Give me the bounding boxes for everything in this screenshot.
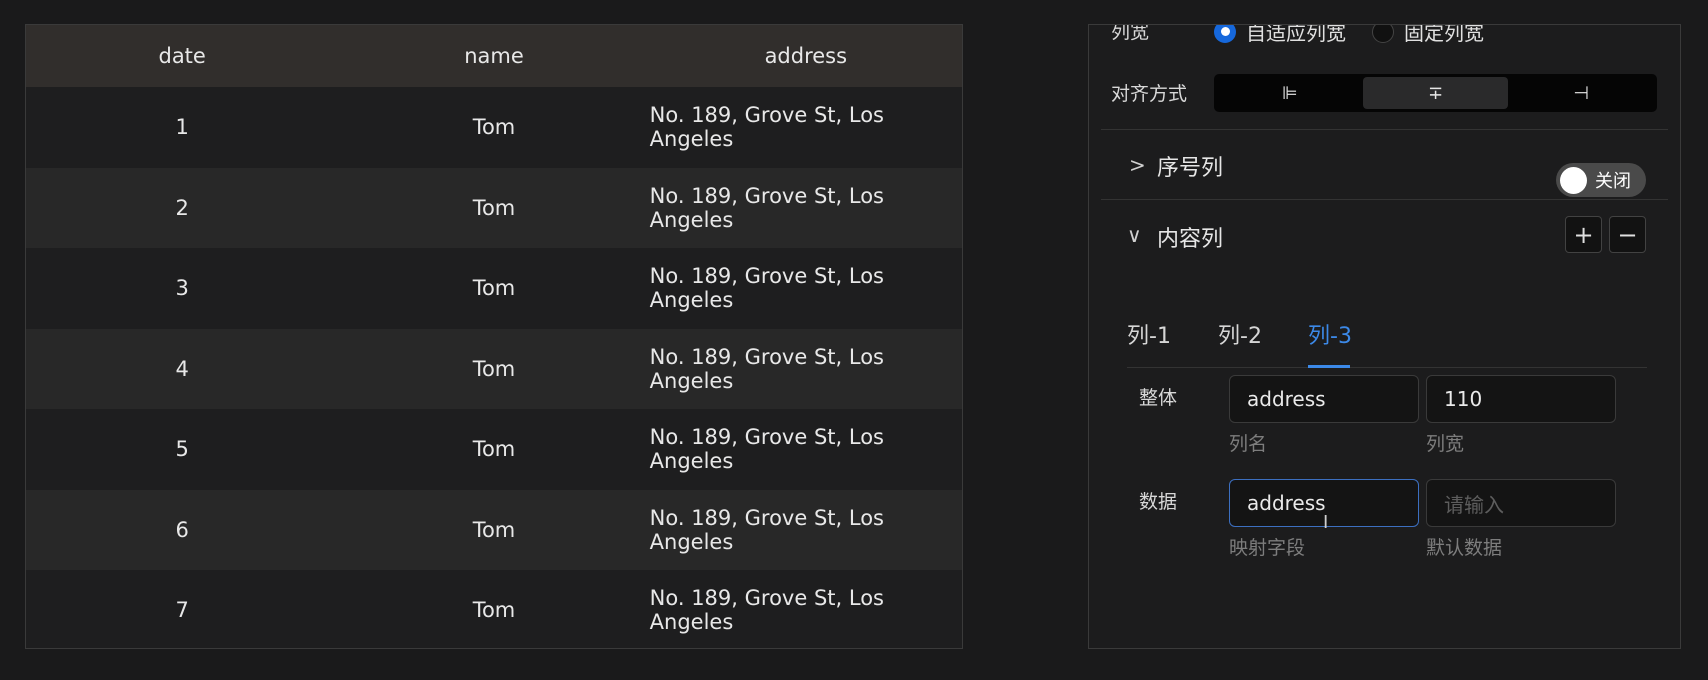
column-width-hint: 列宽 — [1426, 433, 1465, 455]
column-header-name[interactable]: name — [338, 44, 649, 68]
default-data-input[interactable]: 请输入 — [1426, 479, 1616, 527]
cell-date: 5 — [175, 437, 189, 462]
table-header: date name address — [26, 25, 962, 87]
overall-label: 整体 — [1139, 387, 1178, 409]
cell-address: No. 189, Grove St, Los Angeles — [649, 425, 884, 474]
cell-name: Tom — [472, 195, 516, 220]
column-header-address[interactable]: address — [650, 44, 962, 68]
align-left-icon[interactable]: ⊫ — [1217, 77, 1363, 109]
cell-date: 6 — [175, 517, 189, 542]
cell-name: Tom — [472, 115, 516, 140]
text-cursor-icon: I — [1323, 512, 1329, 533]
align-right-icon[interactable]: ⊣ — [1508, 77, 1654, 109]
radio-selected-icon — [1214, 25, 1236, 43]
cell-address: No. 189, Grove St, Los Angeles — [649, 344, 884, 393]
data-label: 数据 — [1139, 491, 1178, 513]
table-row[interactable]: 6 Tom No. 189, Grove St, Los Angeles — [26, 489, 962, 570]
radio-fixed-width[interactable]: 固定列宽 — [1372, 24, 1484, 46]
content-column-title[interactable]: 内容列 — [1157, 221, 1223, 253]
cell-name: Tom — [472, 356, 516, 381]
alignment-label: 对齐方式 — [1111, 83, 1188, 105]
cell-address: No. 189, Grove St, Los Angeles — [649, 264, 884, 313]
cell-name: Tom — [472, 276, 516, 301]
table-row[interactable]: 4 Tom No. 189, Grove St, Los Angeles — [26, 328, 962, 409]
chevron-down-icon[interactable]: ∨ — [1127, 223, 1142, 247]
tab-column-2[interactable]: 列-2 — [1218, 318, 1262, 350]
switch-label: 关闭 — [1595, 171, 1631, 192]
cell-date: 2 — [175, 195, 189, 220]
cell-date: 7 — [175, 598, 189, 623]
cell-name: Tom — [472, 517, 516, 542]
table-row[interactable]: 1 Tom No. 189, Grove St, Los Angeles — [26, 87, 962, 168]
radio-adaptive-width[interactable]: 自适应列宽 — [1214, 24, 1346, 46]
tab-column-1[interactable]: 列-1 — [1127, 318, 1171, 350]
radio-unselected-icon — [1372, 25, 1394, 43]
column-width-input[interactable]: 110 — [1426, 375, 1616, 423]
cell-name: Tom — [472, 437, 516, 462]
table-row[interactable]: 2 Tom No. 189, Grove St, Los Angeles — [26, 167, 962, 248]
divider — [1101, 129, 1668, 130]
switch-knob — [1560, 166, 1587, 194]
table-row[interactable]: 7 Tom No. 189, Grove St, Los Angeles — [26, 570, 962, 648]
cell-address: No. 189, Grove St, Los Angeles — [649, 103, 884, 152]
index-column-switch[interactable]: 关闭 — [1556, 163, 1646, 197]
index-column-title[interactable]: 序号列 — [1157, 150, 1223, 182]
add-column-button[interactable]: + — [1565, 216, 1602, 253]
align-center-icon[interactable]: ∓ — [1362, 77, 1509, 109]
table-row[interactable]: 5 Tom No. 189, Grove St, Los Angeles — [26, 409, 962, 490]
column-config-panel: 列宽 自适应列宽 固定列宽 对齐方式 ⊫ ∓ ⊣ > 序号列 关闭 ∨ 内容列 … — [1088, 24, 1681, 649]
cell-date: 4 — [175, 356, 189, 381]
table-body: 1 Tom No. 189, Grove St, Los Angeles 2 Tom No… — [26, 87, 962, 648]
mapping-field-hint: 映射字段 — [1229, 537, 1306, 559]
remove-column-button[interactable]: − — [1609, 216, 1646, 253]
data-table: date name address 1 Tom No. 189, Grove St,… — [25, 24, 963, 649]
default-data-hint: 默认数据 — [1426, 537, 1503, 559]
cell-date: 3 — [175, 276, 189, 301]
radio-adaptive-width-label: 自适应列宽 — [1246, 24, 1346, 45]
column-header-date[interactable]: date — [26, 44, 338, 68]
radio-fixed-width-label: 固定列宽 — [1404, 24, 1484, 45]
cell-date: 1 — [175, 115, 189, 140]
column-width-label: 列宽 — [1111, 24, 1150, 43]
tab-active-indicator — [1308, 365, 1350, 368]
alignment-segmented-control: ⊫ ∓ ⊣ — [1214, 74, 1657, 112]
cell-address: No. 189, Grove St, Los Angeles — [649, 183, 884, 232]
column-tabs: 列-1 列-2 列-3 — [1127, 308, 1647, 368]
chevron-right-icon[interactable]: > — [1129, 153, 1146, 177]
divider — [1101, 199, 1668, 200]
cell-address: No. 189, Grove St, Los Angeles — [649, 586, 884, 635]
table-row[interactable]: 3 Tom No. 189, Grove St, Los Angeles — [26, 248, 962, 329]
cell-name: Tom — [472, 598, 516, 623]
cell-address: No. 189, Grove St, Los Angeles — [649, 505, 884, 554]
tab-column-3[interactable]: 列-3 — [1308, 318, 1352, 350]
column-name-hint: 列名 — [1229, 433, 1268, 455]
column-name-input[interactable]: address — [1229, 375, 1419, 423]
